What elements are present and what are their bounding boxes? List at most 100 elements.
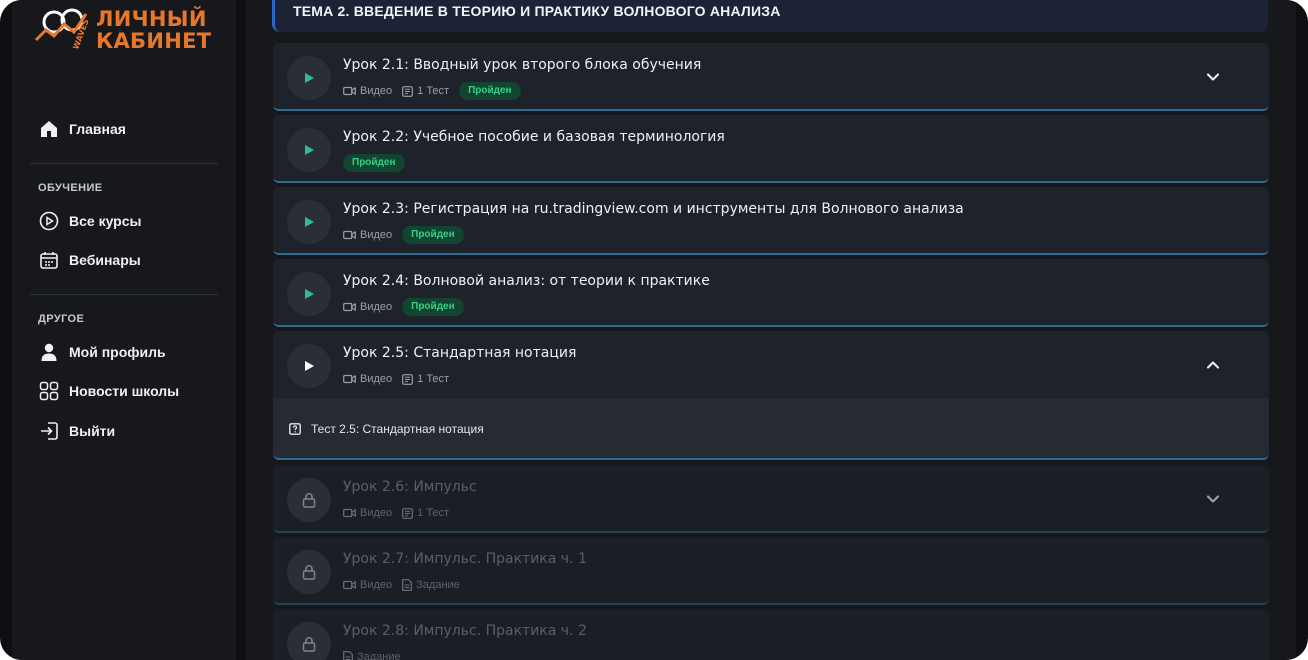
document-icon: [402, 579, 413, 591]
lock-icon: [302, 565, 316, 580]
play-button[interactable]: [287, 200, 331, 244]
nav-item-profile[interactable]: Мой профиль: [38, 338, 218, 366]
meta-video: Видео: [343, 373, 392, 385]
user-icon: [38, 341, 60, 363]
meta-test-label: 1 Тест: [417, 507, 450, 519]
logo-text: ЛИЧНЫЙ КАБИНЕТ: [96, 8, 211, 52]
grid-icon: [38, 380, 60, 402]
meta-task-label: Задание: [416, 579, 460, 591]
meta-video-label: Видео: [360, 85, 393, 97]
nav-label-logout: Выйти: [69, 423, 116, 439]
lock-button: [287, 622, 331, 660]
video-camera-icon: [343, 580, 356, 590]
status-badge: Пройден: [402, 226, 464, 244]
test-icon: [402, 85, 414, 97]
video-camera-icon: [343, 302, 356, 312]
logo-line2: КАБИНЕТ: [96, 29, 212, 53]
sidebar: WAVES ЛИЧНЫЙ КАБИНЕТ Главная ОБУЧЕНИЕ Вс…: [12, 0, 236, 660]
meta-test-label: 1 Тест: [417, 85, 450, 97]
lesson-meta: Видео 1 Тест: [343, 370, 459, 388]
chevron-down-icon[interactable]: [1205, 491, 1221, 507]
nav-section-learning: ОБУЧЕНИЕ: [38, 182, 103, 194]
lesson-title: Урок 2.5: Стандартная нотация: [343, 345, 577, 361]
meta-video-label: Видео: [360, 579, 393, 591]
play-icon: [305, 145, 314, 155]
logo-line1: ЛИЧНЫЙ: [96, 7, 207, 31]
video-camera-icon: [343, 86, 356, 96]
lesson-meta: Видео Задание: [343, 576, 470, 594]
lock-button: [287, 478, 331, 522]
video-camera-icon: [343, 374, 356, 384]
nav-label-webinars: Вебинары: [69, 252, 141, 268]
document-icon: [343, 651, 353, 660]
nav-item-home[interactable]: Главная: [38, 115, 218, 143]
lesson-title: Урок 2.2: Учебное пособие и базовая терм…: [343, 129, 725, 145]
lesson-title: Урок 2.6: Импульс: [343, 479, 477, 495]
play-icon: [305, 289, 314, 299]
lock-icon: [302, 493, 316, 508]
nav-label-profile: Мой профиль: [69, 344, 166, 360]
chevron-up-icon[interactable]: [1205, 357, 1221, 373]
nav-item-all-courses[interactable]: Все курсы: [38, 207, 218, 235]
lesson-card[interactable]: Урок 2.2: Учебное пособие и базовая терм…: [273, 115, 1269, 183]
waves-logo-icon: WAVES: [34, 8, 91, 51]
lesson-test-title: Тест 2.5: Стандартная нотация: [311, 421, 484, 436]
nav-item-logout[interactable]: Выйти: [38, 417, 218, 445]
video-camera-icon: [343, 230, 356, 240]
lesson-meta: Видео 1 Тест: [343, 504, 459, 522]
lesson-card-locked[interactable]: Урок 2.6: Импульс Видео 1 Тест: [273, 465, 1269, 533]
lesson-card[interactable]: Урок 2.4: Волновой анализ: от теории к п…: [273, 259, 1269, 327]
meta-task: Задание: [343, 651, 401, 660]
home-icon: [38, 118, 60, 140]
lesson-meta: Пройден: [343, 154, 405, 172]
logout-icon: [38, 420, 60, 442]
play-button[interactable]: [287, 56, 331, 100]
play-circle-icon: [38, 210, 60, 232]
lesson-card[interactable]: Урок 2.1: Вводный урок второго блока обу…: [273, 43, 1269, 111]
lesson-card[interactable]: Урок 2.3: Регистрация на ru.tradingview.…: [273, 187, 1269, 255]
lesson-card-locked[interactable]: Урок 2.7: Импульс. Практика ч. 1 Видео З…: [273, 537, 1269, 605]
nav-item-news[interactable]: Новости школы: [38, 377, 218, 405]
lesson-meta: Видео Пройден: [343, 298, 464, 316]
lock-button: [287, 550, 331, 594]
lock-icon: [302, 637, 316, 652]
meta-video-label: Видео: [360, 301, 393, 313]
status-badge: Пройден: [402, 298, 464, 316]
lesson-test-item[interactable]: Тест 2.5: Стандартная нотация: [273, 399, 1269, 460]
meta-video-label: Видео: [360, 373, 393, 385]
calendar-icon: [38, 249, 60, 271]
play-button[interactable]: [287, 128, 331, 172]
nav-item-webinars[interactable]: Вебинары: [38, 246, 218, 274]
chevron-down-icon[interactable]: [1205, 69, 1221, 85]
play-button[interactable]: [287, 272, 331, 316]
play-icon: [305, 361, 314, 371]
logo[interactable]: WAVES ЛИЧНЫЙ КАБИНЕТ: [34, 4, 234, 52]
meta-video: Видео: [343, 301, 392, 313]
lesson-title: Урок 2.1: Вводный урок второго блока обу…: [343, 57, 702, 73]
play-button[interactable]: [287, 344, 331, 388]
course-content: ТЕМА 2. ВВЕДЕНИЕ В ТЕОРИЮ И ПРАКТИКУ ВОЛ…: [246, 0, 1296, 660]
status-badge: Пройден: [343, 154, 405, 172]
nav-label-all-courses: Все курсы: [69, 213, 142, 229]
meta-video-label: Видео: [360, 507, 393, 519]
lesson-card-expanded[interactable]: Урок 2.5: Стандартная нотация Видео 1 Те…: [273, 331, 1269, 399]
logo-mark-text: WAVES: [71, 18, 90, 51]
meta-task-label: Задание: [357, 651, 401, 660]
meta-test: 1 Тест: [402, 85, 449, 97]
test-icon: [402, 507, 414, 519]
nav-section-other: ДРУГОЕ: [38, 313, 85, 325]
meta-video: Видео: [343, 507, 392, 519]
meta-test: 1 Тест: [402, 507, 449, 519]
play-icon: [305, 217, 314, 227]
lesson-meta: Видео Пройден: [343, 226, 464, 244]
video-camera-icon: [343, 508, 356, 518]
nav-label-home: Главная: [69, 121, 126, 137]
meta-test-label: 1 Тест: [417, 373, 450, 385]
lesson-card-locked[interactable]: Урок 2.8: Импульс. Практика ч. 2 Задание: [273, 609, 1269, 660]
lesson-meta: Видео 1 Тест Пройден: [343, 82, 521, 100]
meta-video-label: Видео: [360, 229, 393, 241]
meta-test: 1 Тест: [402, 373, 449, 385]
divider: [30, 163, 218, 164]
lesson-title: Урок 2.3: Регистрация на ru.tradingview.…: [343, 201, 964, 217]
quiz-icon: [289, 422, 301, 435]
